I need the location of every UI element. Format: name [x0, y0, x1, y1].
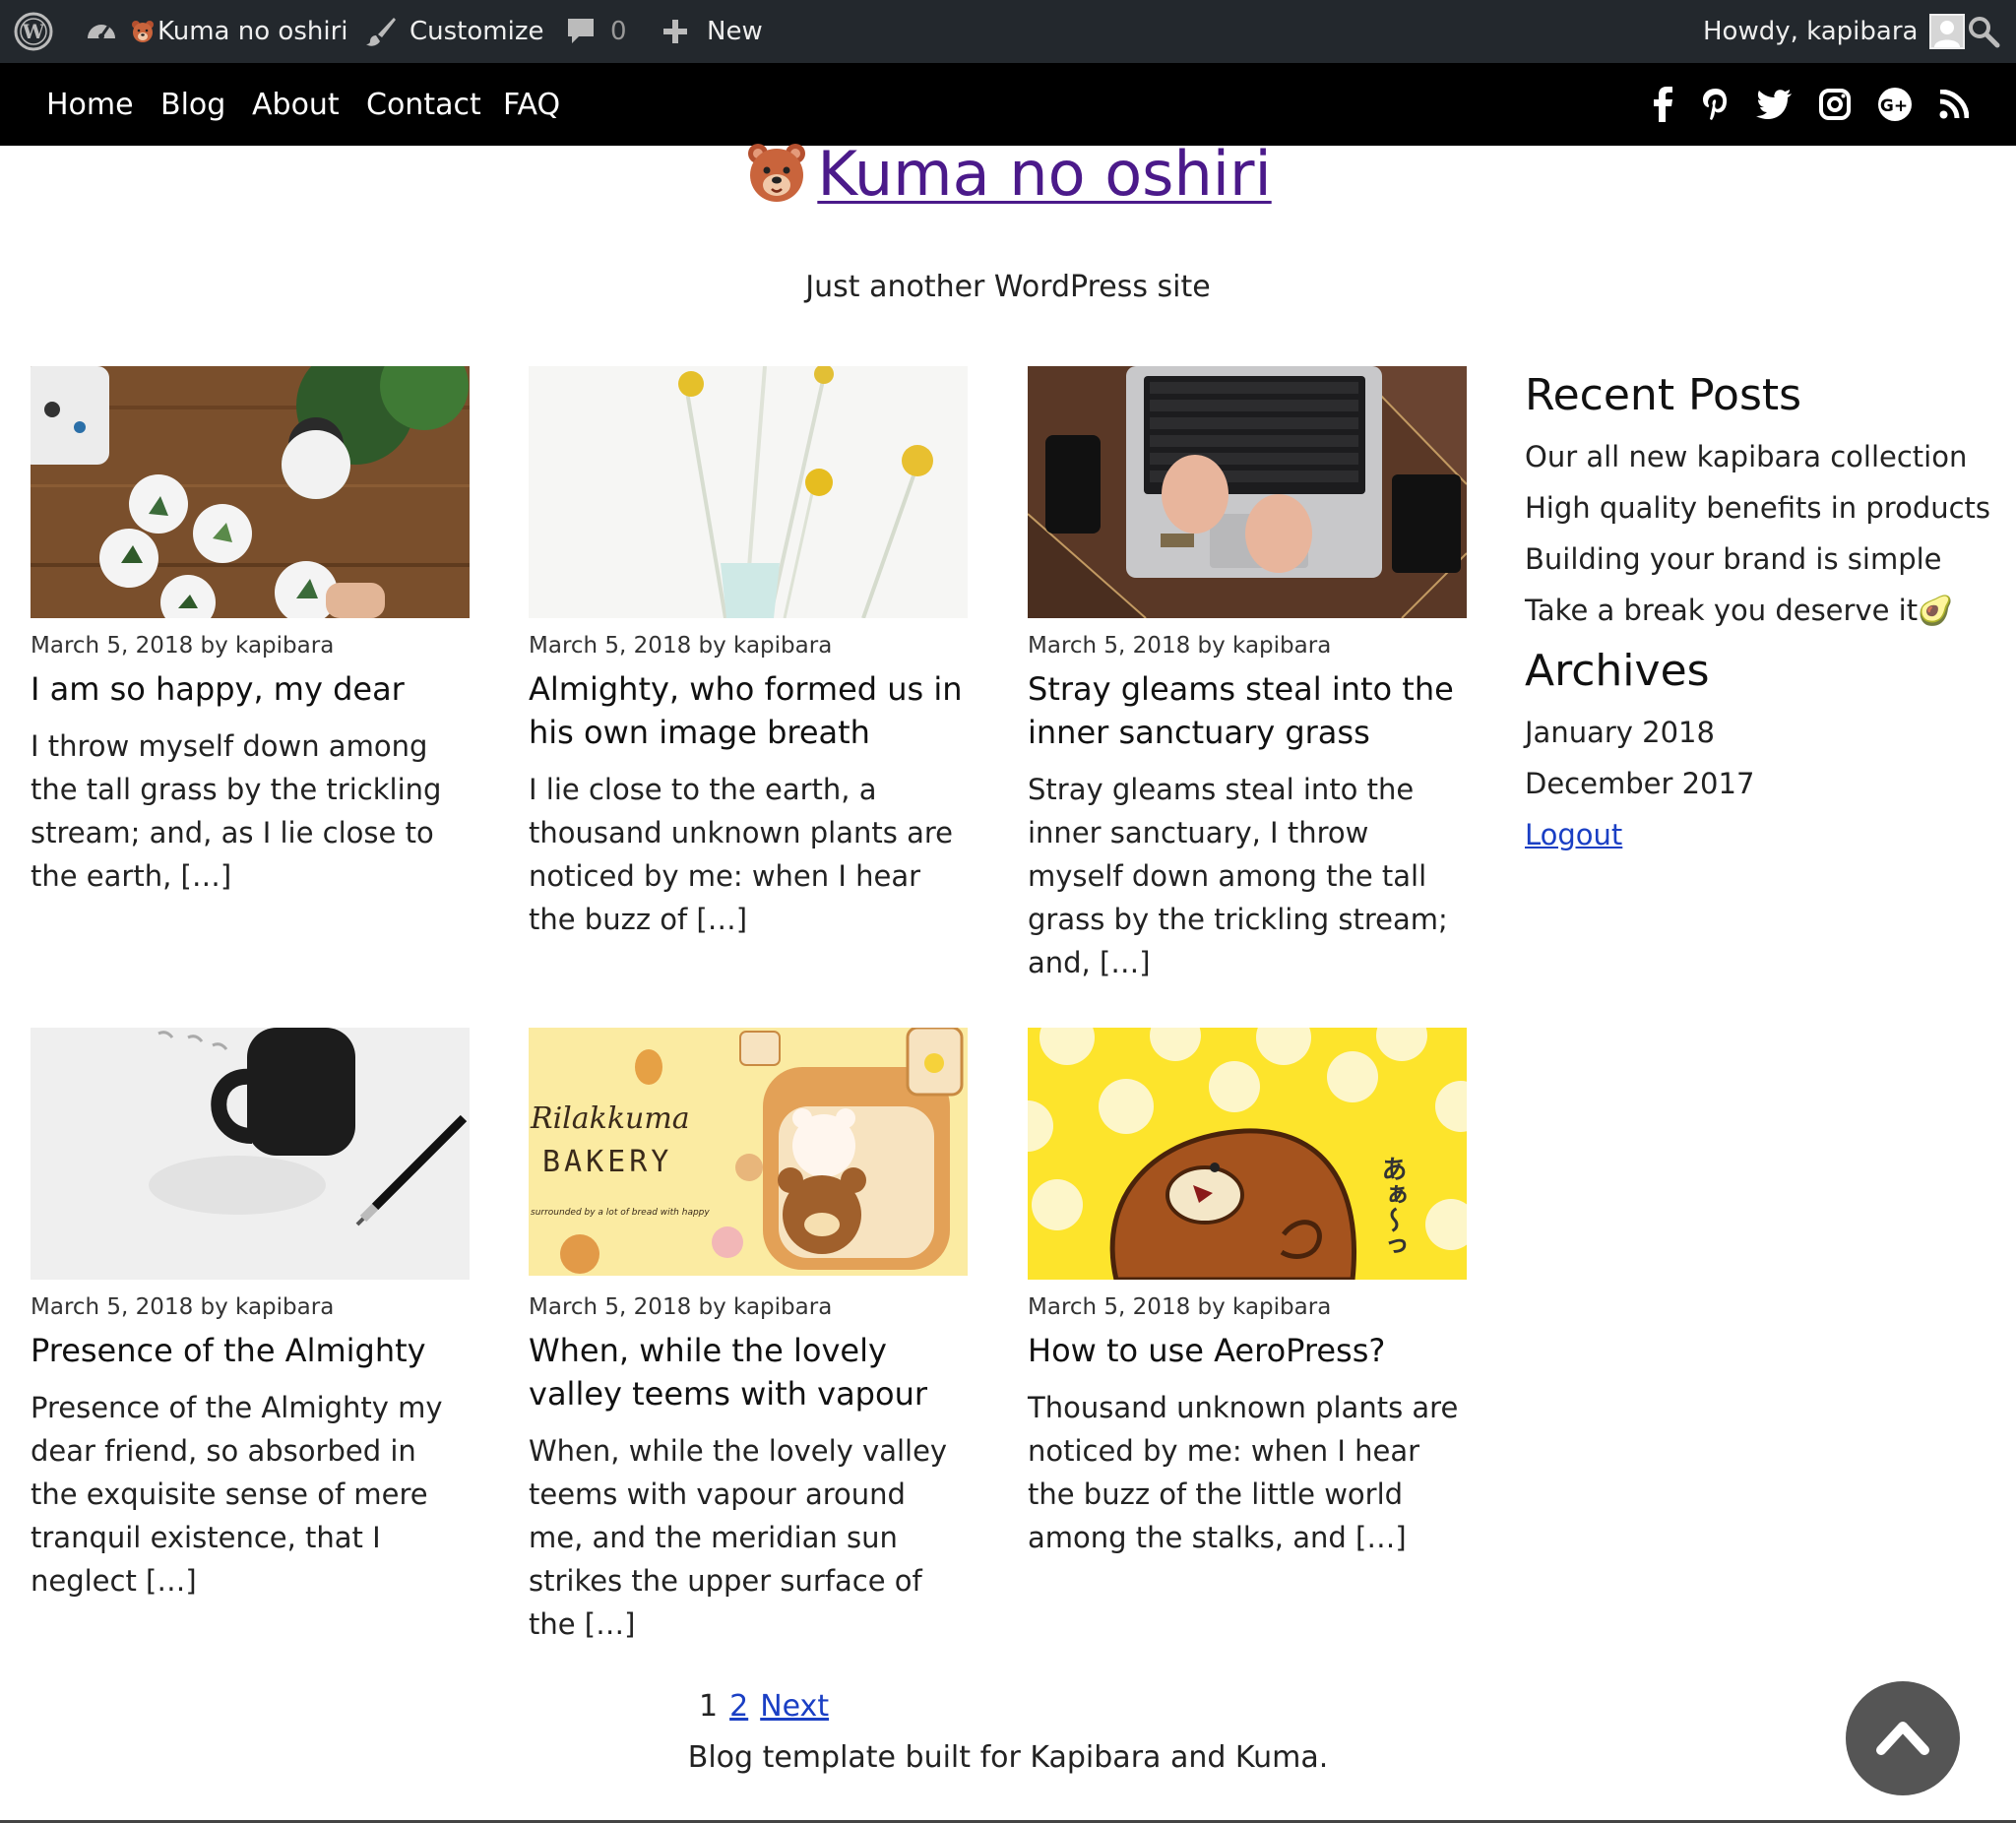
twitter-icon[interactable] — [1756, 63, 1792, 146]
post-card: March 5, 2018 by kapibara Stray gleams s… — [1028, 366, 1467, 984]
post-excerpt: Thousand unknown plants are noticed by m… — [1028, 1391, 1459, 1554]
post-thumbnail[interactable]: あぁ〜っ — [1028, 1028, 1467, 1280]
recent-post-link[interactable]: High quality benefits in products — [1525, 482, 1997, 534]
post-meta: March 5, 2018 by kapibara — [1028, 1294, 1332, 1320]
post-thumbnail[interactable] — [529, 366, 968, 618]
site-branding: Kuma no oshiri — [0, 138, 2016, 210]
bakery-small-text: surrounded by a lot of bread with happy — [531, 1208, 710, 1218]
recent-post-link[interactable]: Our all new kapibara collection — [1525, 431, 1997, 482]
dashboard-icon — [85, 15, 118, 48]
recent-post-link[interactable]: Take a break you deserve it🥑 — [1525, 585, 1997, 636]
logout-link[interactable]: Logout — [1525, 818, 1622, 851]
bakery-brand-text: Rilakkuma — [530, 1101, 690, 1136]
svg-text:W: W — [22, 20, 45, 43]
admin-account-menu[interactable]: Howdy, kapibara — [1703, 0, 1966, 63]
pagination-page-2[interactable]: 2 — [729, 1689, 748, 1724]
facebook-icon[interactable] — [1648, 63, 1675, 146]
post-meta: March 5, 2018 by kapibara — [31, 633, 335, 659]
google-plus-icon[interactable]: G+ — [1878, 63, 1912, 146]
admin-comments-link[interactable]: 0 — [565, 0, 627, 63]
site-tagline: Just another WordPress site — [805, 270, 1211, 304]
main-navigation: Home Blog About Contact FAQ G+ — [0, 63, 2016, 146]
archive-link[interactable]: December 2017 — [1525, 758, 1997, 809]
nav-item-contact[interactable]: Contact — [366, 63, 481, 146]
admin-site-menu[interactable]: Kuma no oshiri — [85, 0, 347, 63]
chevron-up-icon — [1875, 1717, 1930, 1760]
nav-item-about[interactable]: About — [252, 63, 340, 146]
post-title-link[interactable]: I am so happy, my dear — [31, 667, 470, 711]
nav-item-faq[interactable]: FAQ — [503, 63, 560, 146]
post-meta: March 5, 2018 by kapibara — [529, 1294, 833, 1320]
post-card: あぁ〜っ March 5, 2018 by kapibara How to us… — [1028, 1028, 1467, 1559]
svg-text:G+: G+ — [1880, 96, 1908, 116]
post-excerpt: Stray gleams steal into the inner sanctu… — [1028, 773, 1448, 979]
post-card: March 5, 2018 by kapibara Presence of th… — [31, 1028, 470, 1603]
post-thumbnail[interactable]: Rilakkuma BAKERY surrounded by a lot of … — [529, 1028, 968, 1280]
pagination: 1 2 Next — [699, 1689, 829, 1724]
post-title-link[interactable]: Almighty, who formed us in his own image… — [529, 667, 968, 754]
comment-bubble-icon — [565, 16, 597, 47]
admin-new-link[interactable]: New — [662, 0, 763, 63]
recent-post-link[interactable]: Building your brand is simple — [1525, 534, 1997, 585]
admin-customize-link[interactable]: Customize — [364, 0, 543, 63]
post-meta: March 5, 2018 by kapibara — [31, 1294, 335, 1320]
nav-item-home[interactable]: Home — [46, 63, 134, 146]
post-meta: March 5, 2018 by kapibara — [1028, 633, 1332, 659]
admin-comments-count: 0 — [610, 17, 627, 46]
admin-search-icon[interactable] — [1967, 0, 2000, 63]
bear-emoji-icon — [130, 19, 156, 44]
plus-icon — [662, 18, 689, 45]
post-thumbnail[interactable] — [31, 366, 470, 618]
archive-link[interactable]: January 2018 — [1525, 707, 1997, 758]
post-card: Rilakkuma BAKERY surrounded by a lot of … — [529, 1028, 968, 1646]
footer-text: Blog template built for Kapibara and Kum… — [687, 1740, 1329, 1775]
pagination-current: 1 — [699, 1689, 719, 1724]
bakery-word-text: BAKERY — [542, 1145, 672, 1179]
pagination-next[interactable]: Next — [760, 1689, 829, 1724]
wordpress-logo-icon[interactable]: W — [14, 0, 53, 63]
admin-site-name: Kuma no oshiri — [158, 17, 348, 46]
thumb-japanese-text: あぁ〜っ — [1377, 1156, 1407, 1258]
nav-item-blog[interactable]: Blog — [160, 63, 225, 146]
admin-bar: W Kuma no oshiri Customize 0 New Howdy, … — [0, 0, 2016, 63]
instagram-icon[interactable] — [1819, 63, 1851, 146]
post-excerpt: Presence of the Almighty my dear friend,… — [31, 1391, 443, 1598]
brush-icon — [364, 15, 398, 48]
recent-posts-heading: Recent Posts — [1525, 370, 1802, 420]
admin-new-label: New — [707, 17, 763, 46]
pinterest-icon[interactable] — [1701, 63, 1731, 146]
post-title-link[interactable]: How to use AeroPress? — [1028, 1329, 1467, 1372]
bear-logo-icon — [744, 140, 809, 209]
post-card: March 5, 2018 by kapibara Almighty, who … — [529, 366, 968, 941]
post-thumbnail[interactable] — [31, 1028, 470, 1280]
post-excerpt: I lie close to the earth, a thousand unk… — [529, 773, 953, 936]
admin-customize-label: Customize — [410, 17, 544, 46]
post-excerpt: I throw myself down among the tall grass… — [31, 729, 442, 893]
post-title-link[interactable]: Presence of the Almighty — [31, 1329, 470, 1372]
back-to-top-button[interactable] — [1846, 1681, 1960, 1795]
post-thumbnail[interactable] — [1028, 366, 1467, 618]
avatar — [1929, 14, 1966, 49]
post-card: March 5, 2018 by kapibara I am so happy,… — [31, 366, 470, 898]
post-title-link[interactable]: When, while the lovely valley teems with… — [529, 1329, 968, 1415]
post-excerpt: When, while the lovely valley teems with… — [529, 1434, 948, 1641]
sidebar: Recent Posts Our all new kapibara collec… — [1525, 366, 1997, 860]
admin-howdy: Howdy, kapibara — [1703, 17, 1919, 46]
site-title-link[interactable]: Kuma no oshiri — [817, 138, 1271, 210]
archives-heading: Archives — [1525, 646, 1710, 696]
post-meta: March 5, 2018 by kapibara — [529, 633, 833, 659]
post-title-link[interactable]: Stray gleams steal into the inner sanctu… — [1028, 667, 1467, 754]
rss-icon[interactable] — [1939, 63, 1969, 146]
